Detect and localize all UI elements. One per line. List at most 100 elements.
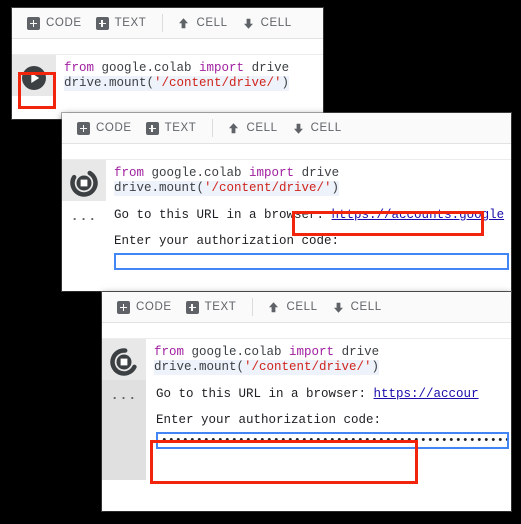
output-url-text-2: Go to this URL in a browser: [114, 208, 332, 222]
auth-url-link-3[interactable]: https://accour [374, 387, 479, 401]
code-module: google.colab [144, 166, 250, 180]
code-keyword-from: from [64, 61, 95, 75]
code-paren-close: ) [331, 181, 340, 195]
add-text-cell-button[interactable]: TEXT [145, 113, 197, 144]
play-circle-icon [22, 66, 46, 90]
move-cell-up-button[interactable]: CELL [177, 8, 227, 39]
code-editor-2[interactable]: from google.colab import drive drive.mou… [106, 160, 511, 201]
add-code-cell-label: CODE [46, 17, 82, 29]
code-paren-close: ) [281, 76, 290, 90]
output-marker-2: ... [62, 201, 106, 274]
colab-panel-auth-code: CODE TEXT CELL CELL from google.colab im… [102, 292, 511, 511]
move-cell-down-button[interactable]: CELL [242, 8, 292, 39]
code-keyword-import: import [249, 166, 295, 180]
cell-gutter-3 [102, 339, 146, 380]
add-code-cell-button[interactable]: CODE [77, 113, 132, 144]
stop-circle-busy-icon [70, 169, 98, 197]
code-editor-3[interactable]: from google.colab import drive drive.mou… [146, 339, 511, 380]
add-code-cell-button[interactable]: CODE [117, 292, 172, 323]
code-call-mount: drive.mount( [114, 181, 205, 195]
run-cell-button-1[interactable] [18, 62, 50, 94]
code-keyword-import: import [289, 345, 335, 359]
arrow-down-icon [332, 301, 345, 314]
toolbar-underbar-1 [12, 39, 323, 55]
code-module: google.colab [94, 61, 200, 75]
plus-square-icon [77, 121, 90, 135]
move-cell-up-label: CELL [286, 301, 318, 313]
auth-prompt-label-3: Enter your authorization code: [156, 413, 382, 427]
code-keyword-from: from [154, 345, 185, 359]
code-module: google.colab [184, 345, 290, 359]
stop-cell-button-3[interactable] [108, 346, 140, 378]
code-symbol-drive: drive [294, 166, 340, 180]
move-cell-up-label: CELL [246, 122, 278, 134]
add-text-cell-button[interactable]: TEXT [185, 292, 237, 323]
plus-square-icon [185, 300, 199, 314]
code-string-path: '/content/drive/' [244, 360, 372, 374]
add-text-cell-label: TEXT [114, 17, 147, 29]
add-text-cell-label: TEXT [164, 122, 197, 134]
output-body-3: Go to this URL in a browser: https://acc… [146, 380, 511, 480]
code-call-mount: drive.mount( [64, 76, 155, 90]
code-line-2: drive.mount('/content/drive/') [114, 181, 340, 196]
arrow-up-icon [227, 122, 240, 135]
stop-circle-busy-icon [110, 348, 138, 376]
cell-output-3: ... Go to this URL in a browser: https:/… [102, 380, 511, 480]
toolbar-divider [162, 14, 164, 32]
output-marker-3: ... [102, 380, 146, 480]
toolbar-underbar-3 [102, 323, 511, 339]
code-cell-1: from google.colab import drive drive.mou… [12, 55, 323, 96]
code-symbol-drive: drive [244, 61, 290, 75]
code-text-1: from google.colab import drive drive.mou… [64, 61, 323, 91]
code-cell-3: from google.colab import drive drive.mou… [102, 339, 511, 380]
code-editor-1[interactable]: from google.colab import drive drive.mou… [56, 55, 323, 96]
arrow-up-icon [267, 301, 280, 314]
code-paren-close: ) [371, 360, 380, 374]
authorization-code-input-3[interactable]: ••••••••••••••••••••••••••••••••••••••••… [156, 432, 509, 449]
plus-square-icon [27, 16, 40, 30]
move-cell-down-label: CELL [350, 301, 382, 313]
code-line-2: drive.mount('/content/drive/') [154, 360, 380, 375]
toolbar-underbar-2 [62, 144, 511, 160]
add-code-cell-label: CODE [96, 122, 132, 134]
add-text-cell-label: TEXT [204, 301, 237, 313]
plus-square-icon [145, 121, 159, 135]
output-url-line-3: Go to this URL in a browser: https://acc… [156, 386, 511, 403]
code-keyword-from: from [114, 166, 145, 180]
colab-panel-auth-url: CODE TEXT CELL CELL from google.colab im… [62, 113, 511, 291]
output-body-2: Go to this URL in a browser: https://acc… [106, 201, 511, 274]
authorization-code-input-2[interactable] [114, 253, 509, 270]
notebook-toolbar-1: CODE TEXT CELL CELL [12, 8, 323, 39]
auth-url-link-2[interactable]: https://accounts.google [332, 208, 505, 222]
move-cell-up-label: CELL [196, 17, 228, 29]
code-line-2: drive.mount('/content/drive/') [64, 76, 290, 91]
cell-gutter-2 [62, 160, 106, 201]
code-text-2: from google.colab import drive drive.mou… [114, 166, 511, 196]
colab-panel-run: CODE TEXT CELL CELL from google.colab im… [12, 8, 323, 119]
add-text-cell-button[interactable]: TEXT [95, 8, 147, 39]
arrow-down-icon [242, 17, 255, 30]
arrow-up-icon [177, 17, 190, 30]
screenshot-stage: CODE TEXT CELL CELL from google.colab im… [0, 0, 521, 524]
move-cell-up-button[interactable]: CELL [267, 292, 317, 323]
output-url-line-2: Go to this URL in a browser: https://acc… [114, 207, 511, 224]
plus-square-icon [117, 300, 130, 314]
move-cell-down-button[interactable]: CELL [332, 292, 382, 323]
code-symbol-drive: drive [334, 345, 380, 359]
toolbar-divider [212, 119, 214, 137]
move-cell-down-button[interactable]: CELL [292, 113, 342, 144]
move-cell-down-label: CELL [310, 122, 342, 134]
code-text-3: from google.colab import drive drive.mou… [154, 345, 511, 375]
stop-cell-button-2[interactable] [68, 167, 100, 199]
output-url-text-3: Go to this URL in a browser: [156, 387, 374, 401]
notebook-toolbar-2: CODE TEXT CELL CELL [62, 113, 511, 144]
toolbar-divider [252, 298, 254, 316]
auth-prompt-label-2: Enter your authorization code: [114, 234, 340, 248]
add-code-cell-button[interactable]: CODE [27, 8, 82, 39]
move-cell-up-button[interactable]: CELL [227, 113, 277, 144]
code-cell-2: from google.colab import drive drive.mou… [62, 160, 511, 201]
cell-gutter-1 [12, 55, 56, 96]
plus-square-icon [95, 16, 109, 30]
code-string-path: '/content/drive/' [154, 76, 282, 90]
move-cell-down-label: CELL [260, 17, 292, 29]
